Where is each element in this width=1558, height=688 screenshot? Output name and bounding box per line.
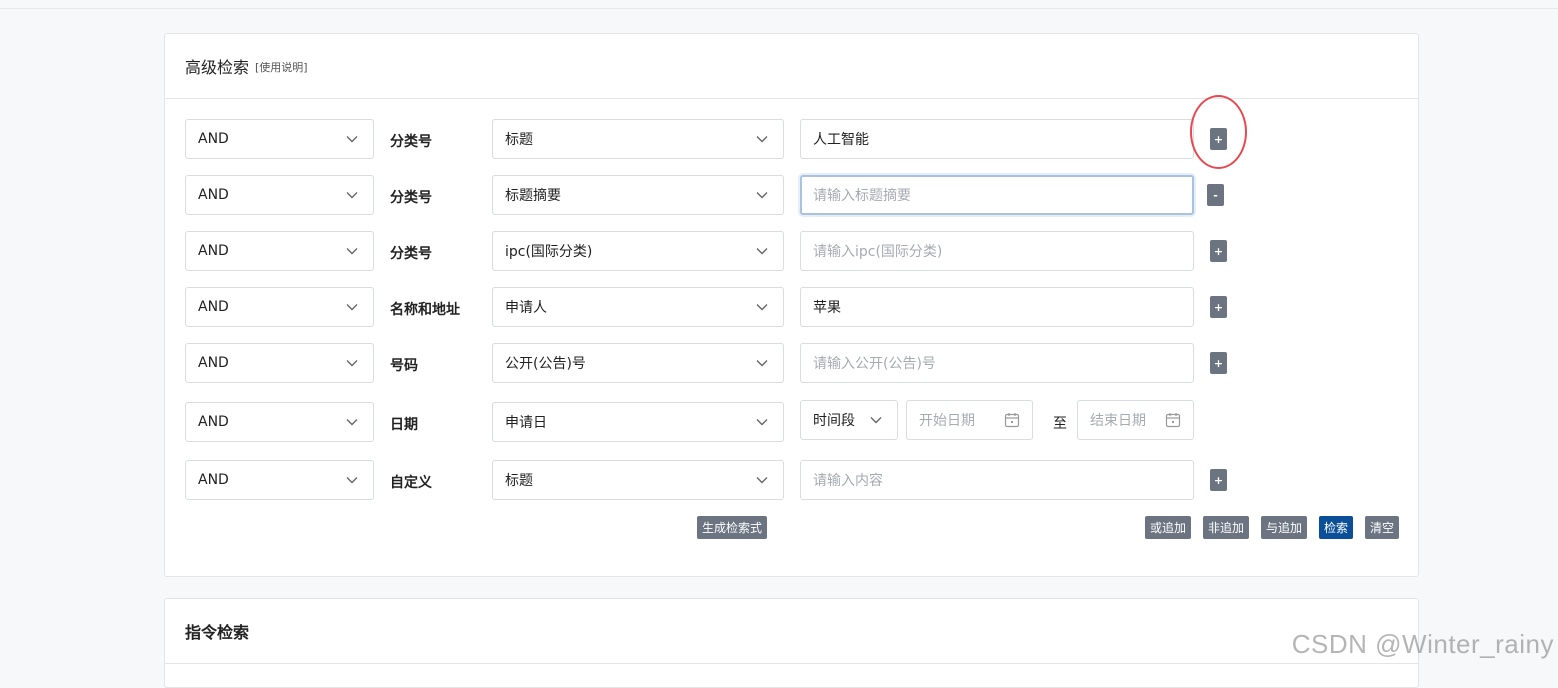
logic-select-value: AND [198, 299, 229, 315]
advanced-search-header: 高级检索 [使用说明] [165, 34, 1418, 99]
field-select-value: 标题摘要 [505, 188, 561, 204]
category-label: 分类号 [390, 246, 432, 262]
field-select[interactable]: 申请人 [492, 287, 784, 327]
logic-select[interactable]: AND [185, 231, 374, 271]
chevron-down-icon [755, 132, 769, 146]
category-label: 号码 [390, 358, 418, 374]
end-date-input[interactable]: 结束日期 [1077, 400, 1194, 440]
and-add-button[interactable]: 与追加 [1261, 516, 1307, 539]
input-placeholder: 请输入公开(公告)号 [813, 356, 936, 372]
command-search-header: 指令检索 [165, 599, 1418, 664]
chevron-down-icon [345, 356, 359, 370]
chevron-down-icon [755, 356, 769, 370]
calendar-icon [1165, 412, 1181, 428]
field-select[interactable]: 标题摘要 [492, 175, 784, 215]
chevron-down-icon [869, 413, 883, 427]
logic-select[interactable]: AND [185, 287, 374, 327]
logic-select-value: AND [198, 187, 229, 203]
date-mode-select-value: 时间段 [813, 413, 855, 429]
command-search-title: 指令检索 [185, 623, 250, 642]
field-select-value: 申请人 [505, 300, 547, 316]
field-select[interactable]: 申请日 [492, 402, 784, 442]
input-value: 人工智能 [813, 132, 869, 148]
command-search-panel: 指令检索 [164, 598, 1419, 688]
category-label: 名称和地址 [390, 302, 460, 318]
chevron-down-icon [755, 415, 769, 429]
chevron-down-icon [345, 132, 359, 146]
field-select-value: 公开(公告)号 [505, 356, 586, 372]
chevron-down-icon [755, 473, 769, 487]
search-value-input[interactable]: 苹果 [800, 287, 1194, 327]
field-select-value: 标题 [505, 473, 533, 489]
logic-select-value: AND [198, 355, 229, 371]
logic-select[interactable]: AND [185, 402, 374, 442]
advanced-search-title: 高级检索 [185, 58, 250, 77]
chevron-down-icon [345, 473, 359, 487]
category-label: 分类号 [390, 134, 432, 150]
search-value-input[interactable]: 人工智能 [800, 119, 1194, 159]
field-select-value: 申请日 [505, 415, 547, 431]
chevron-down-icon [755, 244, 769, 258]
field-select[interactable]: 标题 [492, 460, 784, 500]
chevron-down-icon [755, 300, 769, 314]
logic-select[interactable]: AND [185, 119, 374, 159]
add-row-button[interactable]: + [1210, 469, 1227, 491]
input-placeholder: 请输入内容 [813, 473, 883, 489]
logic-select[interactable]: AND [185, 175, 374, 215]
highlight-circle-annotation [1190, 95, 1247, 169]
or-add-button[interactable]: 或追加 [1145, 516, 1191, 539]
chevron-down-icon [345, 244, 359, 258]
field-select-value: 标题 [505, 132, 533, 148]
field-select[interactable]: 标题 [492, 119, 784, 159]
input-placeholder: 请输入ipc(国际分类) [813, 244, 943, 260]
chevron-down-icon [755, 188, 769, 202]
search-value-input[interactable]: 请输入公开(公告)号 [800, 343, 1194, 383]
calendar-icon [1004, 412, 1020, 428]
watermark: CSDN @Winter_rainy [1291, 629, 1554, 659]
logic-select-value: AND [198, 131, 229, 147]
search-value-input[interactable]: 请输入内容 [800, 460, 1194, 500]
end-date-placeholder: 结束日期 [1090, 413, 1146, 429]
chevron-down-icon [345, 188, 359, 202]
start-date-input[interactable]: 开始日期 [906, 400, 1033, 440]
add-row-button[interactable]: + [1210, 240, 1227, 262]
search-value-input[interactable]: 请输入标题摘要 [800, 175, 1194, 215]
top-divider [0, 8, 1558, 9]
not-add-button[interactable]: 非追加 [1203, 516, 1249, 539]
input-placeholder: 请输入标题摘要 [813, 188, 911, 204]
chevron-down-icon [345, 300, 359, 314]
usage-help-link[interactable]: [使用说明] [255, 59, 308, 75]
remove-row-button[interactable]: - [1207, 184, 1224, 206]
logic-select-value: AND [198, 414, 229, 430]
field-select[interactable]: 公开(公告)号 [492, 343, 784, 383]
add-row-button[interactable]: + [1210, 352, 1227, 374]
field-select[interactable]: ipc(国际分类) [492, 231, 784, 271]
logic-select[interactable]: AND [185, 460, 374, 500]
input-value: 苹果 [813, 300, 841, 316]
category-label: 分类号 [390, 190, 432, 206]
category-label: 自定义 [390, 475, 432, 491]
add-row-button[interactable]: + [1210, 296, 1227, 318]
logic-select-value: AND [198, 243, 229, 259]
chevron-down-icon [345, 415, 359, 429]
logic-select-value: AND [198, 472, 229, 488]
logic-select[interactable]: AND [185, 343, 374, 383]
search-value-input[interactable]: 请输入ipc(国际分类) [800, 231, 1194, 271]
date-to-label: 至 [1053, 416, 1067, 432]
search-button[interactable]: 检索 [1319, 516, 1353, 539]
start-date-placeholder: 开始日期 [919, 413, 975, 429]
field-select-value: ipc(国际分类) [505, 244, 593, 260]
clear-button[interactable]: 清空 [1365, 516, 1399, 539]
category-label: 日期 [390, 417, 418, 433]
generate-expression-button[interactable]: 生成检索式 [697, 516, 767, 539]
date-mode-select[interactable]: 时间段 [800, 400, 898, 440]
